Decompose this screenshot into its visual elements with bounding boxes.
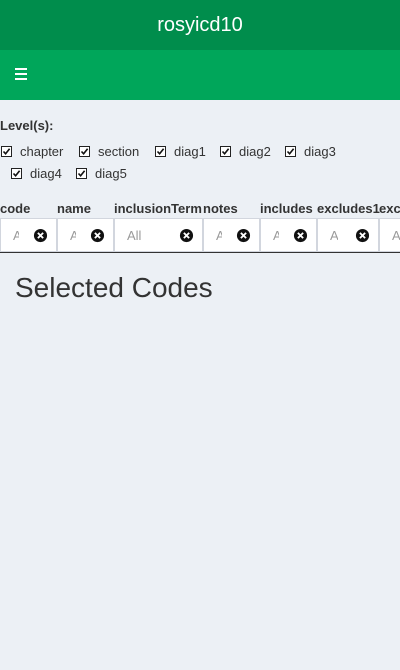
clear-filter-icon[interactable] xyxy=(179,228,194,243)
column-header-name[interactable]: name xyxy=(57,201,91,216)
filter-row-border xyxy=(0,252,400,253)
column-header-inclusionterm[interactable]: inclusionTerm xyxy=(114,201,202,216)
column-header-code[interactable]: code xyxy=(0,201,30,216)
filter-input-notes[interactable]: All xyxy=(203,218,260,252)
checkbox-label: diag3 xyxy=(304,144,336,159)
navbar xyxy=(0,50,400,100)
clear-filter-icon[interactable] xyxy=(90,228,105,243)
checkbox-checked-icon[interactable] xyxy=(76,168,87,179)
checkbox-label: chapter xyxy=(20,144,64,159)
column-header-excludes1[interactable]: excludes1 xyxy=(317,201,380,216)
filter-input-excludes1[interactable]: All xyxy=(317,218,379,252)
filter-placeholder: All xyxy=(127,228,142,243)
checkbox-label: diag1 xyxy=(174,144,206,159)
checkbox-label: diag2 xyxy=(239,144,271,159)
filter-input-name[interactable]: All xyxy=(57,218,114,252)
column-header-includes[interactable]: includes xyxy=(260,201,313,216)
checkbox-checked-icon[interactable] xyxy=(155,146,166,157)
checkbox-chapter[interactable]: chapter xyxy=(1,144,63,159)
clear-filter-icon[interactable] xyxy=(355,228,370,243)
checkbox-diag1[interactable]: diag1 xyxy=(155,144,206,159)
column-header-notes[interactable]: notes xyxy=(203,201,238,216)
clear-filter-icon[interactable] xyxy=(293,228,308,243)
checkbox-label: diag4 xyxy=(30,166,62,181)
menu-toggle-icon[interactable] xyxy=(15,68,27,81)
filter-placeholder: All xyxy=(13,228,19,243)
checkbox-diag3[interactable]: diag3 xyxy=(285,144,336,159)
checkbox-section[interactable]: section xyxy=(79,144,139,159)
main-content: Level(s): chapter section diag1 diag2 di… xyxy=(0,100,400,670)
app-title[interactable]: rosyicd10 xyxy=(157,14,243,37)
filter-placeholder: All xyxy=(330,228,338,243)
clear-filter-icon[interactable] xyxy=(33,228,48,243)
checkbox-diag5[interactable]: diag5 xyxy=(76,166,127,181)
checkbox-checked-icon[interactable] xyxy=(79,146,90,157)
filter-placeholder: All xyxy=(70,228,76,243)
filter-input-code[interactable]: All xyxy=(0,218,57,252)
checkbox-checked-icon[interactable] xyxy=(220,146,231,157)
checkbox-label: section xyxy=(98,144,140,159)
filter-placeholder: All xyxy=(392,228,400,243)
filter-input-inclusionterm[interactable]: All xyxy=(114,218,203,252)
section-title: Selected Codes xyxy=(15,272,213,303)
levels-label: Level(s): xyxy=(0,118,54,133)
clear-filter-icon[interactable] xyxy=(236,228,251,243)
checkbox-label: diag5 xyxy=(95,166,127,181)
checkbox-checked-icon[interactable] xyxy=(11,168,22,179)
column-header-exc[interactable]: exc xyxy=(379,201,400,216)
checkbox-diag4[interactable]: diag4 xyxy=(11,166,62,181)
checkbox-checked-icon[interactable] xyxy=(1,146,12,157)
filter-placeholder: All xyxy=(273,228,279,243)
app-header: rosyicd10 xyxy=(0,0,400,50)
filter-input-includes[interactable]: All xyxy=(260,218,317,252)
filter-input-exc[interactable]: All xyxy=(379,218,400,252)
checkbox-checked-icon[interactable] xyxy=(285,146,296,157)
checkbox-diag2[interactable]: diag2 xyxy=(220,144,271,159)
filter-placeholder: All xyxy=(216,228,222,243)
